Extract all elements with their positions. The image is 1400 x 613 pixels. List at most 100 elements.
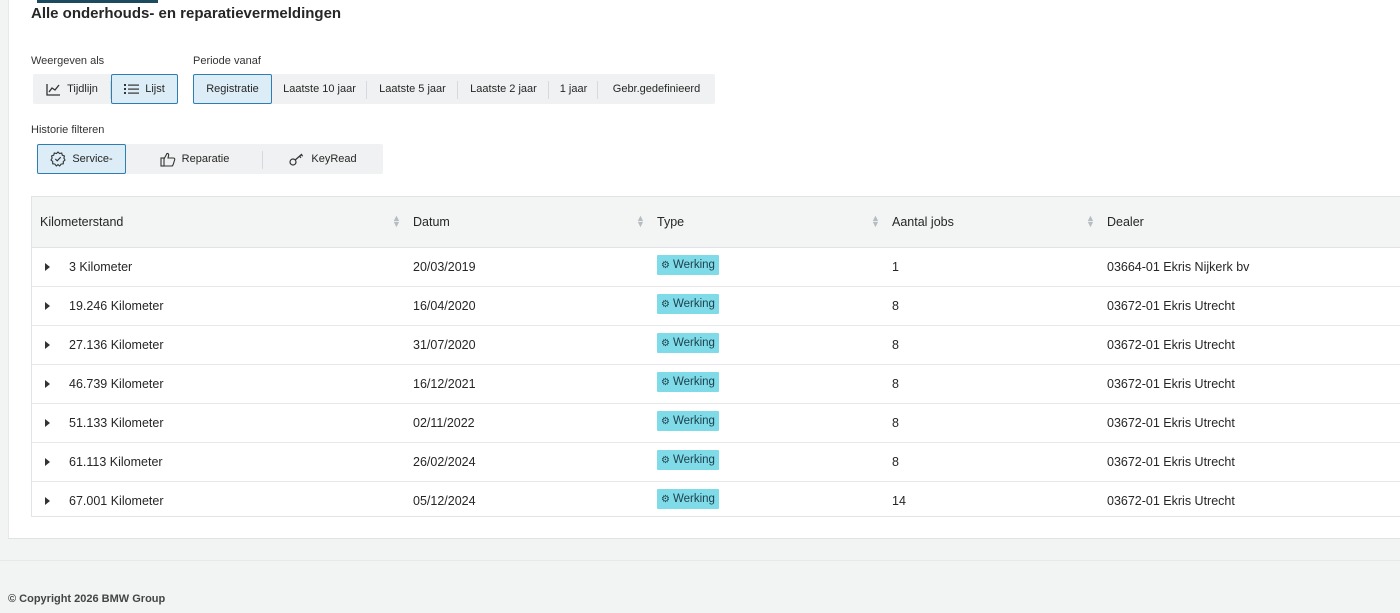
service-gear-icon bbox=[50, 151, 67, 167]
date-cell: 31/07/2020 bbox=[413, 338, 476, 352]
period-5-years-label: Laatste 5 jaar bbox=[379, 83, 446, 95]
footer bbox=[0, 560, 1400, 613]
column-header-date[interactable]: Datum bbox=[413, 215, 450, 229]
expand-row-icon[interactable] bbox=[45, 302, 50, 310]
filter-repair-button[interactable]: Reparatie bbox=[126, 144, 263, 174]
expand-row-icon[interactable] bbox=[45, 419, 50, 427]
date-cell: 20/03/2019 bbox=[413, 260, 476, 274]
history-table: Kilometerstand ▲ ▼ Datum ▲ ▼ Type ▲ ▼ Aanta… bbox=[31, 196, 1400, 517]
table-row[interactable]: 19.246 Kilometer 16/04/2020 ⚙ Werking 8 03672… bbox=[32, 287, 1400, 326]
view-timeline-button[interactable]: Tijdlijn bbox=[33, 74, 111, 104]
type-badge: ⚙ Werking bbox=[657, 255, 719, 275]
view-list-button[interactable]: Lijst bbox=[111, 74, 178, 104]
jobs-count-cell: 1 bbox=[892, 260, 899, 274]
jobs-count-cell: 8 bbox=[892, 377, 899, 391]
column-header-jobs[interactable]: Aantal jobs bbox=[892, 215, 954, 229]
table-row[interactable]: 67.001 Kilometer 05/12/2024 ⚙ Werking 14 0367… bbox=[32, 482, 1400, 520]
sort-icon[interactable]: ▲ ▼ bbox=[636, 214, 645, 229]
filter-toggle-group: Service- Reparatie KeyRead bbox=[37, 144, 383, 174]
dealer-cell: 03672-01 Ekris Utrecht bbox=[1107, 299, 1235, 313]
view-toggle-group: Tijdlijn Lijst bbox=[33, 74, 178, 104]
jobs-count-cell: 14 bbox=[892, 494, 906, 508]
period-1-year-button[interactable]: 1 jaar bbox=[549, 74, 598, 104]
dealer-cell: 03672-01 Ekris Utrecht bbox=[1107, 338, 1235, 352]
expand-row-icon[interactable] bbox=[45, 458, 50, 466]
period-custom-label: Gebr.gedefinieerd bbox=[612, 83, 701, 95]
type-badge-label: Werking bbox=[672, 376, 715, 388]
expand-row-icon[interactable] bbox=[45, 263, 50, 271]
sort-icon[interactable]: ▲ ▼ bbox=[871, 214, 880, 229]
active-tab-indicator bbox=[37, 0, 158, 3]
type-badge-label: Werking bbox=[672, 454, 715, 466]
jobs-count-cell: 8 bbox=[892, 338, 899, 352]
type-badge: ⚙ Werking bbox=[657, 372, 719, 392]
mileage-cell: 46.739 Kilometer bbox=[69, 377, 164, 391]
date-cell: 05/12/2024 bbox=[413, 494, 476, 508]
table-row[interactable]: 3 Kilometer 20/03/2019 ⚙ Werking 1 03664-01 E… bbox=[32, 248, 1400, 287]
filter-keyread-button[interactable]: KeyRead bbox=[263, 144, 383, 174]
type-badge: ⚙ Werking bbox=[657, 450, 719, 470]
filter-keyread-label: KeyRead bbox=[311, 153, 357, 165]
type-badge: ⚙ Werking bbox=[657, 333, 719, 353]
table-row[interactable]: 51.133 Kilometer 02/11/2022 ⚙ Werking 8 03672… bbox=[32, 404, 1400, 443]
service-gear-icon: ⚙ bbox=[661, 415, 670, 427]
mileage-cell: 67.001 Kilometer bbox=[69, 494, 164, 508]
period-10-years-button[interactable]: Laatste 10 jaar bbox=[272, 74, 367, 104]
history-card: Alle onderhouds- en reparatievermeldinge… bbox=[8, 0, 1400, 539]
mileage-cell: 61.113 Kilometer bbox=[69, 455, 163, 469]
period-registration-label: Registratie bbox=[206, 83, 259, 95]
jobs-count-cell: 8 bbox=[892, 299, 899, 313]
chart-line-icon bbox=[46, 83, 61, 96]
filter-repair-label: Reparatie bbox=[181, 153, 230, 165]
jobs-count-cell: 8 bbox=[892, 455, 899, 469]
key-icon bbox=[289, 153, 304, 166]
expand-row-icon[interactable] bbox=[45, 341, 50, 349]
type-badge-label: Werking bbox=[672, 415, 715, 427]
service-gear-icon: ⚙ bbox=[661, 376, 670, 388]
mileage-cell: 51.133 Kilometer bbox=[69, 416, 164, 430]
type-badge-label: Werking bbox=[672, 298, 715, 310]
date-cell: 16/12/2021 bbox=[413, 377, 476, 391]
service-gear-icon: ⚙ bbox=[661, 337, 670, 349]
period-registration-button[interactable]: Registratie bbox=[193, 74, 272, 104]
table-row[interactable]: 61.113 Kilometer 26/02/2024 ⚙ Werking 8 03672… bbox=[32, 443, 1400, 482]
expand-row-icon[interactable] bbox=[45, 497, 50, 505]
list-icon bbox=[124, 84, 140, 94]
period-2-years-label: Laatste 2 jaar bbox=[470, 83, 537, 95]
mileage-cell: 3 Kilometer bbox=[69, 260, 133, 274]
dealer-cell: 03672-01 Ekris Utrecht bbox=[1107, 455, 1235, 469]
period-2-years-button[interactable]: Laatste 2 jaar bbox=[458, 74, 549, 104]
service-gear-icon: ⚙ bbox=[661, 454, 670, 466]
column-header-mileage[interactable]: Kilometerstand bbox=[40, 215, 123, 229]
table-row[interactable]: 46.739 Kilometer 16/12/2021 ⚙ Werking 8 03672… bbox=[32, 365, 1400, 404]
period-label: Periode vanaf bbox=[193, 55, 261, 67]
dealer-cell: 03664-01 Ekris Nijkerk bv bbox=[1107, 260, 1250, 274]
type-badge-label: Werking bbox=[672, 259, 715, 271]
sort-icon[interactable]: ▲ ▼ bbox=[392, 214, 401, 229]
column-header-type[interactable]: Type bbox=[657, 215, 684, 229]
type-badge-label: Werking bbox=[672, 493, 715, 505]
table-body: 3 Kilometer 20/03/2019 ⚙ Werking 1 03664-01 E… bbox=[32, 248, 1400, 520]
period-1-year-label: 1 jaar bbox=[559, 83, 588, 95]
period-5-years-button[interactable]: Laatste 5 jaar bbox=[367, 74, 458, 104]
period-10-years-label: Laatste 10 jaar bbox=[283, 83, 356, 95]
view-label: Weergeven als bbox=[31, 55, 105, 67]
view-list-label: Lijst bbox=[145, 83, 165, 95]
service-gear-icon: ⚙ bbox=[661, 493, 670, 505]
filter-service-label: Service- bbox=[72, 153, 113, 165]
date-cell: 16/04/2020 bbox=[413, 299, 476, 313]
column-header-dealer[interactable]: Dealer bbox=[1107, 215, 1144, 229]
table-row[interactable]: 27.136 Kilometer 31/07/2020 ⚙ Werking 8 03672… bbox=[32, 326, 1400, 365]
sort-icon[interactable]: ▲ ▼ bbox=[1086, 214, 1095, 229]
period-custom-button[interactable]: Gebr.gedefinieerd bbox=[598, 74, 715, 104]
type-badge-label: Werking bbox=[672, 337, 715, 349]
expand-row-icon[interactable] bbox=[45, 380, 50, 388]
table-header: Kilometerstand ▲ ▼ Datum ▲ ▼ Type ▲ ▼ Aanta… bbox=[32, 197, 1400, 248]
service-gear-icon: ⚙ bbox=[661, 259, 670, 271]
date-cell: 02/11/2022 bbox=[413, 416, 475, 430]
dealer-cell: 03672-01 Ekris Utrecht bbox=[1107, 494, 1235, 508]
filter-service-button[interactable]: Service- bbox=[37, 144, 126, 174]
type-badge: ⚙ Werking bbox=[657, 294, 719, 314]
filter-label: Historie filteren bbox=[31, 124, 105, 136]
copyright-text: © Copyright 2026 BMW Group bbox=[8, 593, 166, 605]
